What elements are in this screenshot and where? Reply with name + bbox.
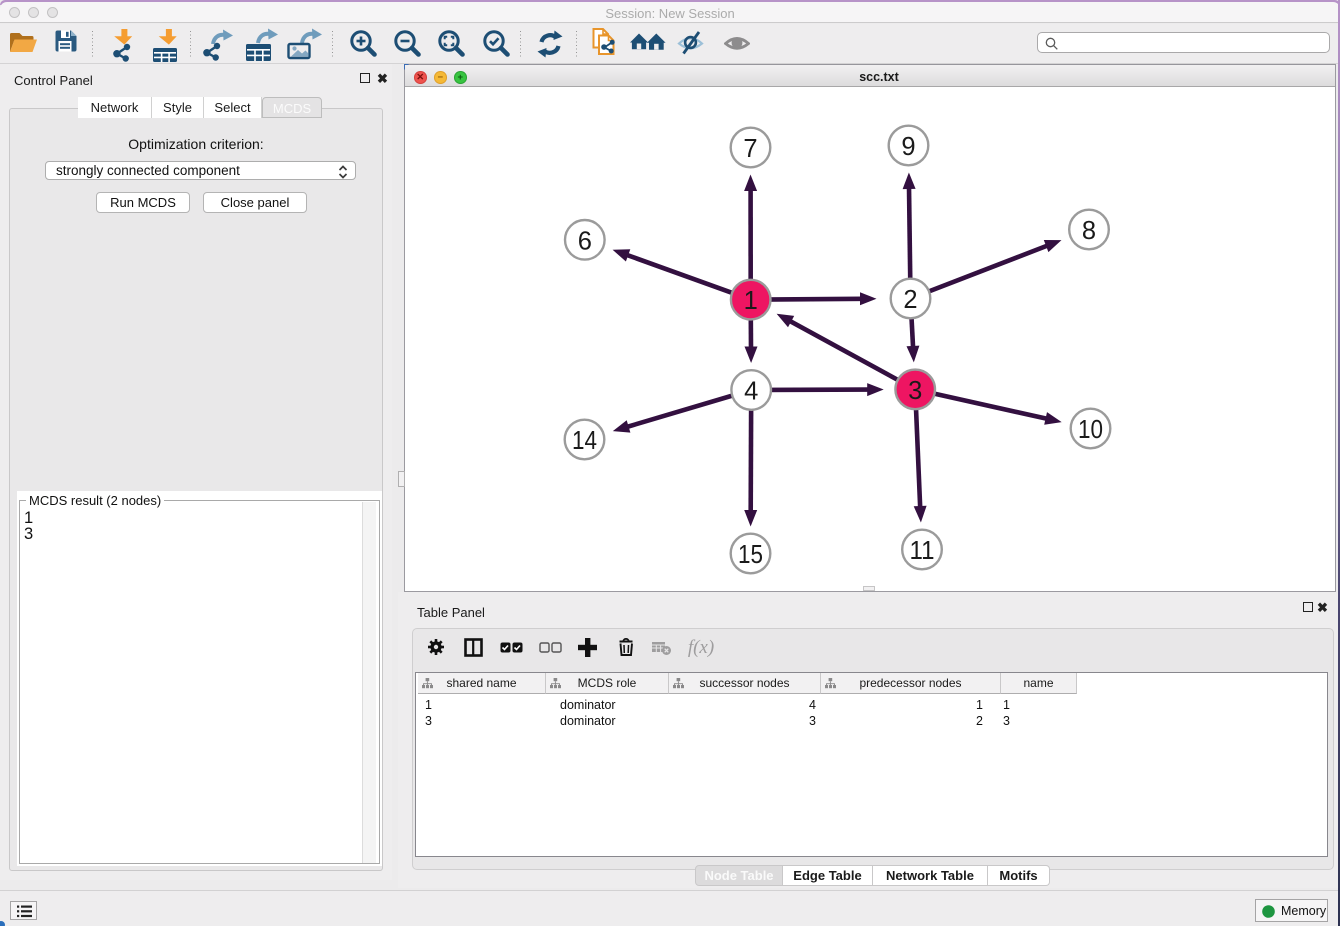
svg-text:3: 3 — [908, 377, 922, 405]
svg-text:6: 6 — [578, 227, 592, 255]
svg-text:15: 15 — [738, 541, 763, 569]
svg-text:10: 10 — [1078, 416, 1103, 444]
svg-text:9: 9 — [901, 133, 915, 161]
svg-text:1: 1 — [744, 287, 758, 315]
svg-text:4: 4 — [744, 378, 758, 406]
svg-text:8: 8 — [1082, 217, 1096, 245]
svg-text:7: 7 — [743, 135, 757, 163]
svg-text:14: 14 — [572, 427, 597, 455]
svg-text:2: 2 — [903, 286, 917, 314]
svg-text:11: 11 — [910, 537, 935, 565]
